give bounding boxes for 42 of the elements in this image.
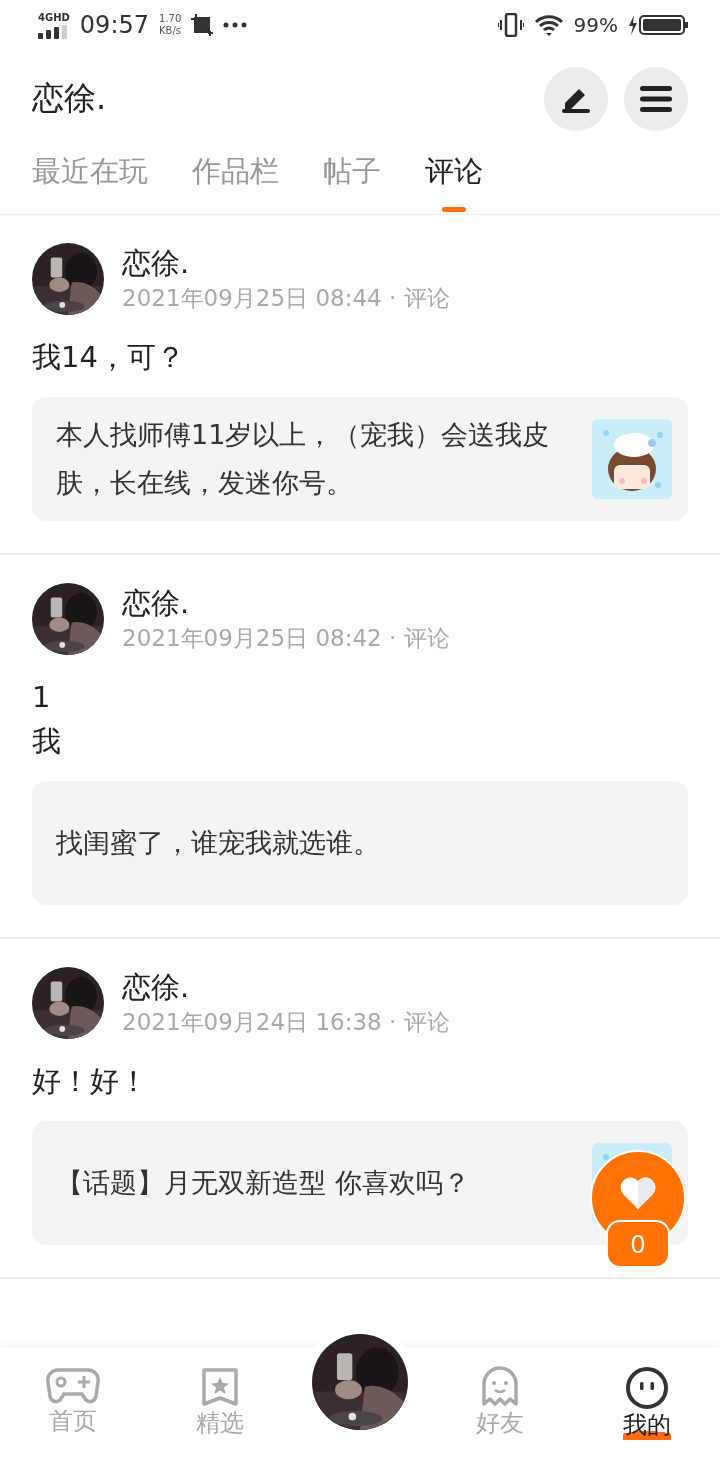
quoted-post[interactable]: 本人找师傅11岁以上，（宠我）会送我皮肤，长在线，发迷你号。 (32, 397, 688, 521)
tab[interactable]: 最近在玩 (32, 130, 148, 214)
profile-name: 恋徐. (32, 78, 108, 119)
smiley-icon (624, 1366, 669, 1410)
comment-meta: 2021年09月24日 16:38 · 评论 (122, 1008, 450, 1037)
gamepad-icon (46, 1366, 101, 1406)
more-icon (223, 22, 248, 28)
nav-tab[interactable]: 好友 (427, 1348, 574, 1460)
network-speed: 1.70 (159, 13, 182, 25)
quoted-post[interactable]: 找闺蜜了，谁宠我就选谁。 (32, 781, 688, 905)
comment-text: 好！好！ (32, 1063, 149, 1100)
clock: 09:57 (79, 11, 149, 39)
author-name: 恋徐. (122, 245, 191, 281)
nav-tab[interactable]: 精选 (146, 1348, 293, 1460)
network-type: 4GHD (38, 11, 70, 23)
battery-percent: 99% (573, 13, 618, 37)
vibrate-icon (497, 13, 524, 37)
comment-text: 我 (32, 723, 62, 760)
author-name: 恋徐. (122, 585, 191, 621)
heart-icon (619, 1175, 657, 1209)
comment-text: 我14，可？ (32, 339, 186, 376)
comment-text: 1 (32, 679, 52, 716)
like-count: 0 (606, 1220, 670, 1268)
signal-icon (38, 24, 68, 39)
wifi-icon (533, 13, 564, 37)
menu-icon (640, 86, 672, 112)
ghost-icon (480, 1366, 521, 1408)
quoted-text: 本人找师傅11岁以上，（宠我）会送我皮肤，长在线，发迷你号。 (56, 418, 551, 500)
author-name: 恋徐. (122, 969, 191, 1005)
speed-unit: KB/s (159, 25, 182, 37)
tab[interactable]: 帖子 (323, 130, 381, 214)
star-icon (199, 1366, 240, 1408)
comment-meta: 2021年09月25日 08:42 · 评论 (122, 624, 450, 653)
screenshot-icon (191, 14, 214, 36)
nav-tab[interactable]: 我的 (573, 1348, 720, 1460)
nav-tab[interactable]: 首页 (0, 1348, 147, 1460)
battery-icon (628, 13, 690, 37)
quoted-text: 找闺蜜了，谁宠我就选谁。 (56, 826, 381, 860)
tab[interactable]: 评论 (425, 130, 483, 214)
comment-meta: 2021年09月25日 08:44 · 评论 (122, 284, 450, 313)
quoted-text: 【话题】月无双新造型 你喜欢吗？ (56, 1166, 471, 1200)
tab[interactable]: 作品栏 (192, 130, 279, 214)
